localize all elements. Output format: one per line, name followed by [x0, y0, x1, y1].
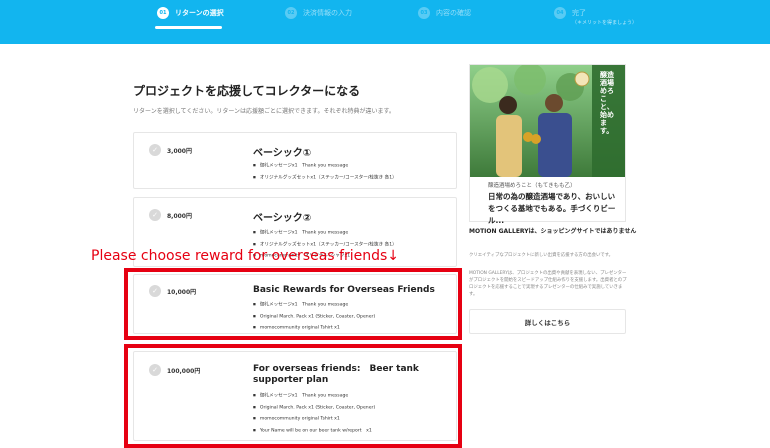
- step-number: 01: [157, 7, 169, 19]
- project-subtitle: 醸造酒場めろこと（もてきもも乙）: [488, 183, 576, 189]
- step-number: 02: [285, 7, 297, 19]
- step-complete: 04 完了 （＊メリットを得ましょう）: [554, 7, 637, 26]
- project-photo: 醸造酒場 めろこと、始めます。: [470, 65, 625, 177]
- project-card[interactable]: 醸造酒場 めろこと、始めます。 醸造酒場めろこと（もてきもも乙） 日常の為の醸造…: [469, 64, 626, 225]
- step-select-reward: 01 リターンの選択: [157, 7, 224, 19]
- reward-option-basic-1[interactable]: ✓ 3,000円 ベーシック① 御礼メッセージx1 Thank you mess…: [133, 132, 457, 189]
- motion-gallery-heading: MOTION GALLERYは、ショッピングサイトではありません: [469, 228, 637, 235]
- step-payment-info: 02 決済情報の入力: [285, 7, 352, 19]
- step-confirm: 03 内容の確認: [418, 7, 471, 19]
- step-number: 04: [554, 7, 566, 19]
- step-label: 完了: [572, 9, 586, 17]
- project-photo-caption: 醸造酒場 めろこと、始めます。: [600, 71, 614, 135]
- motion-gallery-description: クリエイティブなプロジェクトに新しい出資を応援する方の出会いです。: [469, 253, 613, 258]
- highlight-frame-beer-tank: [124, 344, 462, 448]
- step-number: 03: [418, 7, 430, 19]
- check-icon: ✓: [149, 144, 161, 156]
- active-step-indicator: [155, 26, 222, 29]
- step-label: 内容の確認: [436, 9, 471, 17]
- reward-item: 御礼メッセージx1 Thank you message: [253, 227, 397, 239]
- step-label: 決済情報の入力: [303, 9, 352, 17]
- reward-price: 8,000円: [167, 213, 192, 220]
- reward-name: ベーシック②: [253, 213, 312, 224]
- reward-item: 御礼メッセージx1 Thank you message: [253, 160, 397, 172]
- project-title[interactable]: 日常の為の醸造酒場であり、おいしいをつくる基地でもある。手づくりビール...: [488, 191, 620, 227]
- overseas-annotation: Please choose reward for overseas friend…: [91, 248, 399, 264]
- reward-name: ベーシック①: [253, 148, 312, 159]
- reward-price: 3,000円: [167, 148, 192, 155]
- details-button[interactable]: 詳しくはこちら: [469, 309, 626, 334]
- reward-items: 御礼メッセージx1 Thank you message オリジナルグッズセットx…: [253, 160, 397, 183]
- check-icon: ✓: [149, 209, 161, 221]
- page-title: プロジェクトを応援してコレクターになる: [133, 84, 361, 98]
- page-description: リターンを選択してください。リターンは応援額ごとに選択できます。それぞれ特典が違…: [133, 108, 395, 115]
- step-label: リターンの選択: [175, 9, 224, 17]
- progress-steps-bar: 01 リターンの選択 02 決済情報の入力 03 内容の確認 04 完了 （＊メ…: [0, 0, 770, 44]
- highlight-frame-overseas-basic: [124, 268, 462, 340]
- reward-item: オリジナルグッズセットx1（ステッカー/コースター/栓抜き 各1）: [253, 172, 397, 184]
- motion-gallery-description-detail: MOTION GALLERYは、プロジェクトの出資や貢献を表現しない、プレゼンタ…: [469, 271, 627, 297]
- step-sublabel: （＊メリットを得ましょう）: [572, 20, 638, 26]
